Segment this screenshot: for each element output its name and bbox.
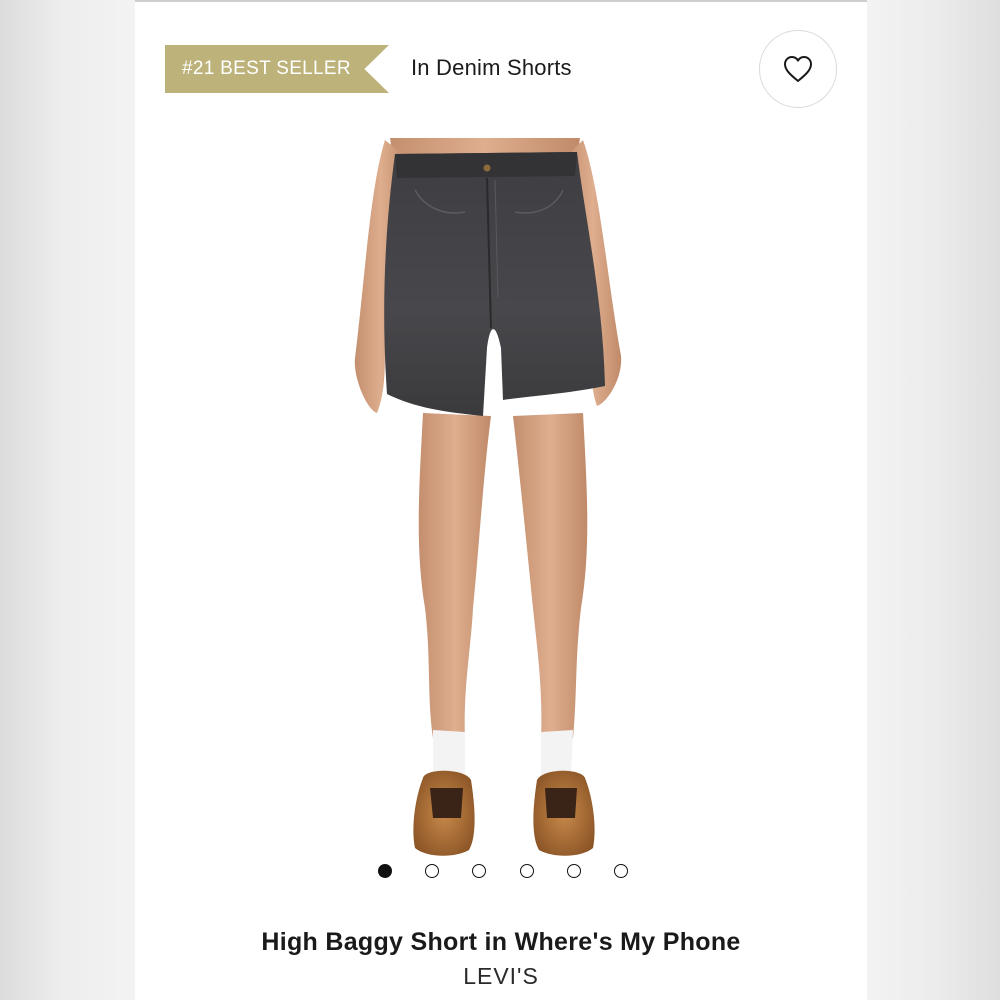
wishlist-button[interactable] xyxy=(759,30,837,108)
carousel-dot[interactable] xyxy=(519,864,534,878)
product-brand[interactable]: LEVI'S xyxy=(135,963,867,990)
carousel-dot[interactable] xyxy=(566,864,581,878)
top-divider xyxy=(135,0,867,2)
category-link[interactable]: In Denim Shorts xyxy=(411,55,572,81)
image-carousel-dots xyxy=(378,862,628,880)
product-card: #21 BEST SELLER In Denim Shorts High Bag… xyxy=(135,0,867,1000)
carousel-dot[interactable] xyxy=(378,864,392,878)
heart-icon xyxy=(784,56,812,82)
product-title[interactable]: High Baggy Short in Where's My Phone xyxy=(135,928,867,957)
carousel-dot[interactable] xyxy=(425,864,440,878)
carousel-dot[interactable] xyxy=(613,864,628,878)
best-seller-badge-text: #21 BEST SELLER xyxy=(182,58,351,79)
product-image[interactable] xyxy=(315,128,695,888)
carousel-dot[interactable] xyxy=(472,864,487,878)
best-seller-badge: #21 BEST SELLER xyxy=(165,45,389,93)
